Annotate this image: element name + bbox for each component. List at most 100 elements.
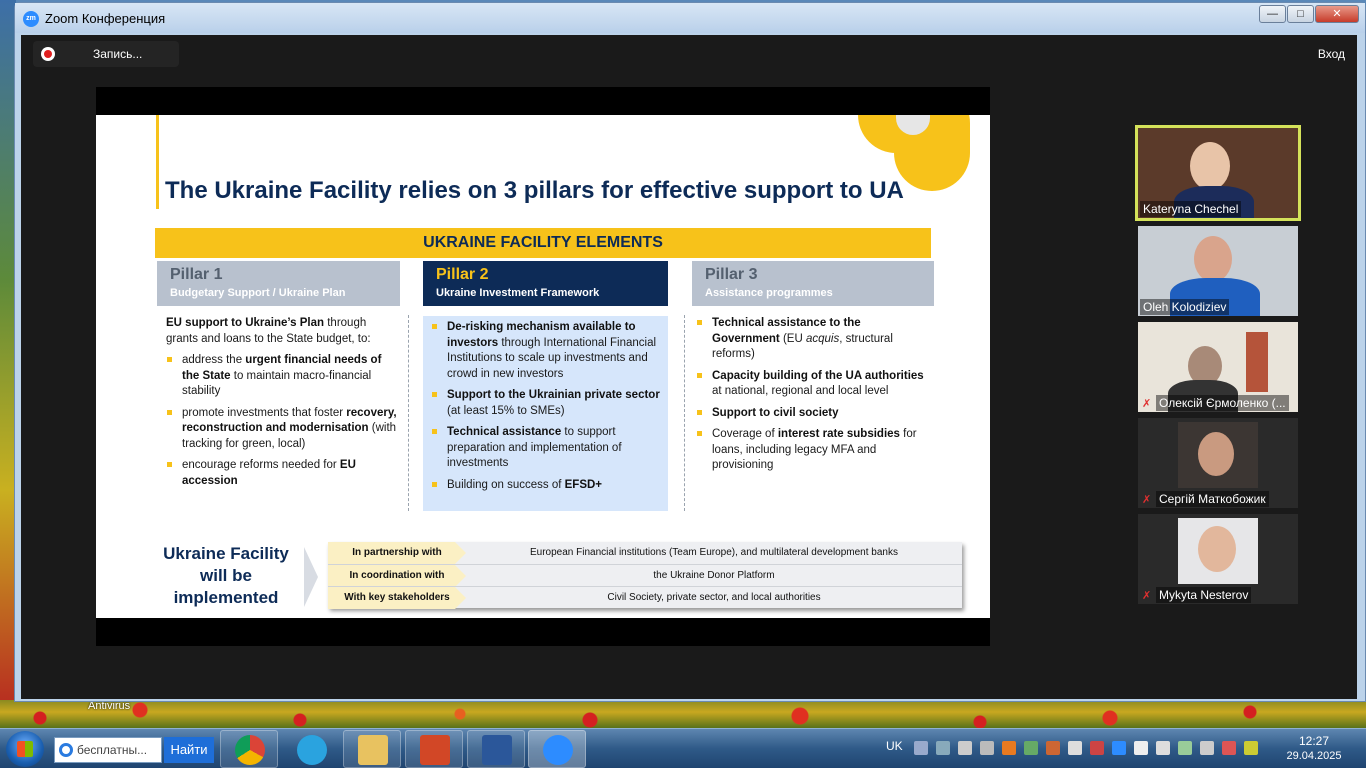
list-item: Technical assistance to support preparat…	[431, 425, 660, 472]
taskbar-app-telegram[interactable]	[282, 730, 340, 768]
list-item: Capacity building of the UA authorities …	[696, 369, 931, 400]
row-label: With key stakeholders	[328, 587, 466, 609]
telegram-icon	[297, 735, 327, 765]
pillar-1-content: EU support to Ukraine’s Plan through gra…	[166, 316, 398, 495]
row-value: European Financial institutions (Team Eu…	[530, 547, 898, 558]
powerpoint-icon	[420, 735, 450, 765]
search-button[interactable]: Найти	[164, 737, 214, 763]
login-button[interactable]: Вход	[1318, 47, 1345, 61]
pillar-1-header: Pillar 1 Budgetary Support / Ukraine Pla…	[157, 261, 400, 306]
column-divider	[684, 315, 685, 511]
clock[interactable]: 12:27 29.04.2025	[1286, 734, 1342, 764]
list-item: Technical assistance to the Government (…	[696, 316, 931, 363]
mic-muted-icon: ✗	[1142, 590, 1152, 602]
participant-tile[interactable]: ✗ Сергій Маткобожик	[1138, 418, 1298, 508]
participant-name: Сергій Маткобожик	[1156, 491, 1269, 507]
tray-icon[interactable]	[1156, 741, 1170, 755]
pillar-title: Pillar 1	[170, 266, 223, 283]
pillar-subtitle: Budgetary Support / Ukraine Plan	[170, 287, 346, 299]
pillar-2-header: Pillar 2 Ukraine Investment Framework	[423, 261, 668, 306]
start-button[interactable]	[6, 731, 44, 767]
chevron-right-icon	[304, 547, 318, 607]
taskbar-app-explorer[interactable]	[343, 730, 401, 768]
taskbar-app-powerpoint[interactable]	[405, 730, 463, 768]
building-image	[1246, 332, 1268, 392]
avatar	[1198, 526, 1236, 572]
tray-icon[interactable]	[1178, 741, 1192, 755]
taskbar-app-chrome[interactable]	[220, 730, 278, 768]
desktop-wallpaper-strip	[0, 700, 1366, 730]
pillar-2-content: De-risking mechanism available to invest…	[423, 316, 668, 511]
participant-tile[interactable]: Kateryna Chechel	[1135, 125, 1301, 221]
system-tray	[914, 741, 1266, 755]
zoom-icon	[543, 735, 573, 765]
list-item: Support to the Ukrainian private sector …	[431, 388, 660, 419]
participant-tile[interactable]: ✗ Олексій Єрмоленко (...	[1138, 322, 1298, 412]
list-item: promote investments that foster recovery…	[166, 406, 398, 453]
tray-icon[interactable]	[980, 741, 994, 755]
pillar-1-intro: EU support to Ukraine’s Plan through gra…	[166, 317, 371, 345]
tray-icon[interactable]	[1046, 741, 1060, 755]
title-bar[interactable]: zm Zoom Конференция — □ ✕	[15, 3, 1365, 33]
window-controls: — □ ✕	[1258, 5, 1359, 23]
network-icon[interactable]	[914, 741, 928, 755]
row-value: the Ukraine Donor Platform	[653, 570, 775, 581]
maximize-button[interactable]: □	[1287, 5, 1314, 23]
mic-muted-icon: ✗	[1142, 494, 1152, 506]
list-item: address the urgent financial needs of th…	[166, 353, 398, 400]
pillar-title: Pillar 2	[436, 266, 489, 283]
internet-explorer-icon	[59, 743, 73, 757]
tray-icon[interactable]	[936, 741, 950, 755]
meeting-area: Запись... Вход The Ukraine Facility reli…	[21, 35, 1357, 699]
zoom-window: zm Zoom Конференция — □ ✕ Запись... Вход…	[14, 2, 1366, 702]
pillar-subtitle: Ukraine Investment Framework	[436, 287, 600, 299]
participant-name: Kateryna Chechel	[1140, 201, 1242, 217]
list-item: Coverage of interest rate subsidies for …	[696, 427, 931, 474]
accent-line	[156, 115, 159, 209]
tray-icon[interactable]	[1090, 741, 1104, 755]
tray-icon[interactable]	[958, 741, 972, 755]
pillar-3-list: Technical assistance to the Government (…	[696, 316, 931, 474]
chrome-icon	[235, 735, 265, 765]
window-title: Zoom Конференция	[45, 11, 166, 26]
record-icon	[41, 47, 55, 61]
zoom-tray-icon[interactable]	[1112, 741, 1126, 755]
table-row: In coordination with the Ukraine Donor P…	[328, 564, 962, 587]
shared-screen: The Ukraine Facility relies on 3 pillars…	[96, 87, 990, 646]
tray-icon[interactable]	[1068, 741, 1082, 755]
tray-icon[interactable]	[1002, 741, 1016, 755]
participant-name: Oleh Kolodiziev	[1140, 299, 1230, 315]
implementation-table: In partnership with European Financial i…	[328, 542, 962, 609]
participant-tile[interactable]: ✗ Mykyta Nesterov	[1138, 514, 1298, 604]
file-explorer-icon	[358, 735, 388, 765]
tray-icon[interactable]	[1024, 741, 1038, 755]
table-row: With key stakeholders Civil Society, pri…	[328, 586, 962, 609]
close-button[interactable]: ✕	[1315, 5, 1359, 23]
language-indicator[interactable]: UK	[886, 739, 903, 753]
volume-icon[interactable]	[1200, 741, 1214, 755]
minimize-button[interactable]: —	[1259, 5, 1286, 23]
pillar-3-header: Pillar 3 Assistance programmes	[692, 261, 934, 306]
row-label: In partnership with	[328, 542, 466, 564]
avatar	[1190, 142, 1230, 190]
recording-label: Запись...	[93, 47, 143, 61]
tray-icon[interactable]	[1222, 741, 1236, 755]
date: 29.04.2025	[1286, 750, 1342, 762]
implementation-title: Ukraine Facility will be implemented	[163, 544, 289, 607]
pillar-2-list: De-risking mechanism available to invest…	[431, 320, 660, 493]
list-item: Building on success of EFSD+	[431, 478, 660, 494]
table-row: In partnership with European Financial i…	[328, 542, 962, 564]
participant-tile[interactable]: Oleh Kolodiziev	[1138, 226, 1298, 316]
elements-banner: UKRAINE FACILITY ELEMENTS	[155, 228, 931, 258]
search-input[interactable]: бесплатны...	[54, 737, 162, 763]
tray-icon[interactable]	[1134, 741, 1148, 755]
recording-indicator[interactable]: Запись...	[33, 41, 179, 67]
slide-title: The Ukraine Facility relies on 3 pillars…	[165, 177, 904, 204]
taskbar-app-word[interactable]	[467, 730, 525, 768]
participant-name: Олексій Єрмоленко (...	[1156, 395, 1289, 411]
pillar-subtitle: Assistance programmes	[705, 287, 833, 299]
tray-icon[interactable]	[1244, 741, 1258, 755]
taskbar: бесплатны... Найти UK 12:27 29.04.2025	[0, 728, 1366, 768]
taskbar-app-zoom[interactable]	[528, 730, 586, 768]
avatar	[1194, 236, 1232, 282]
